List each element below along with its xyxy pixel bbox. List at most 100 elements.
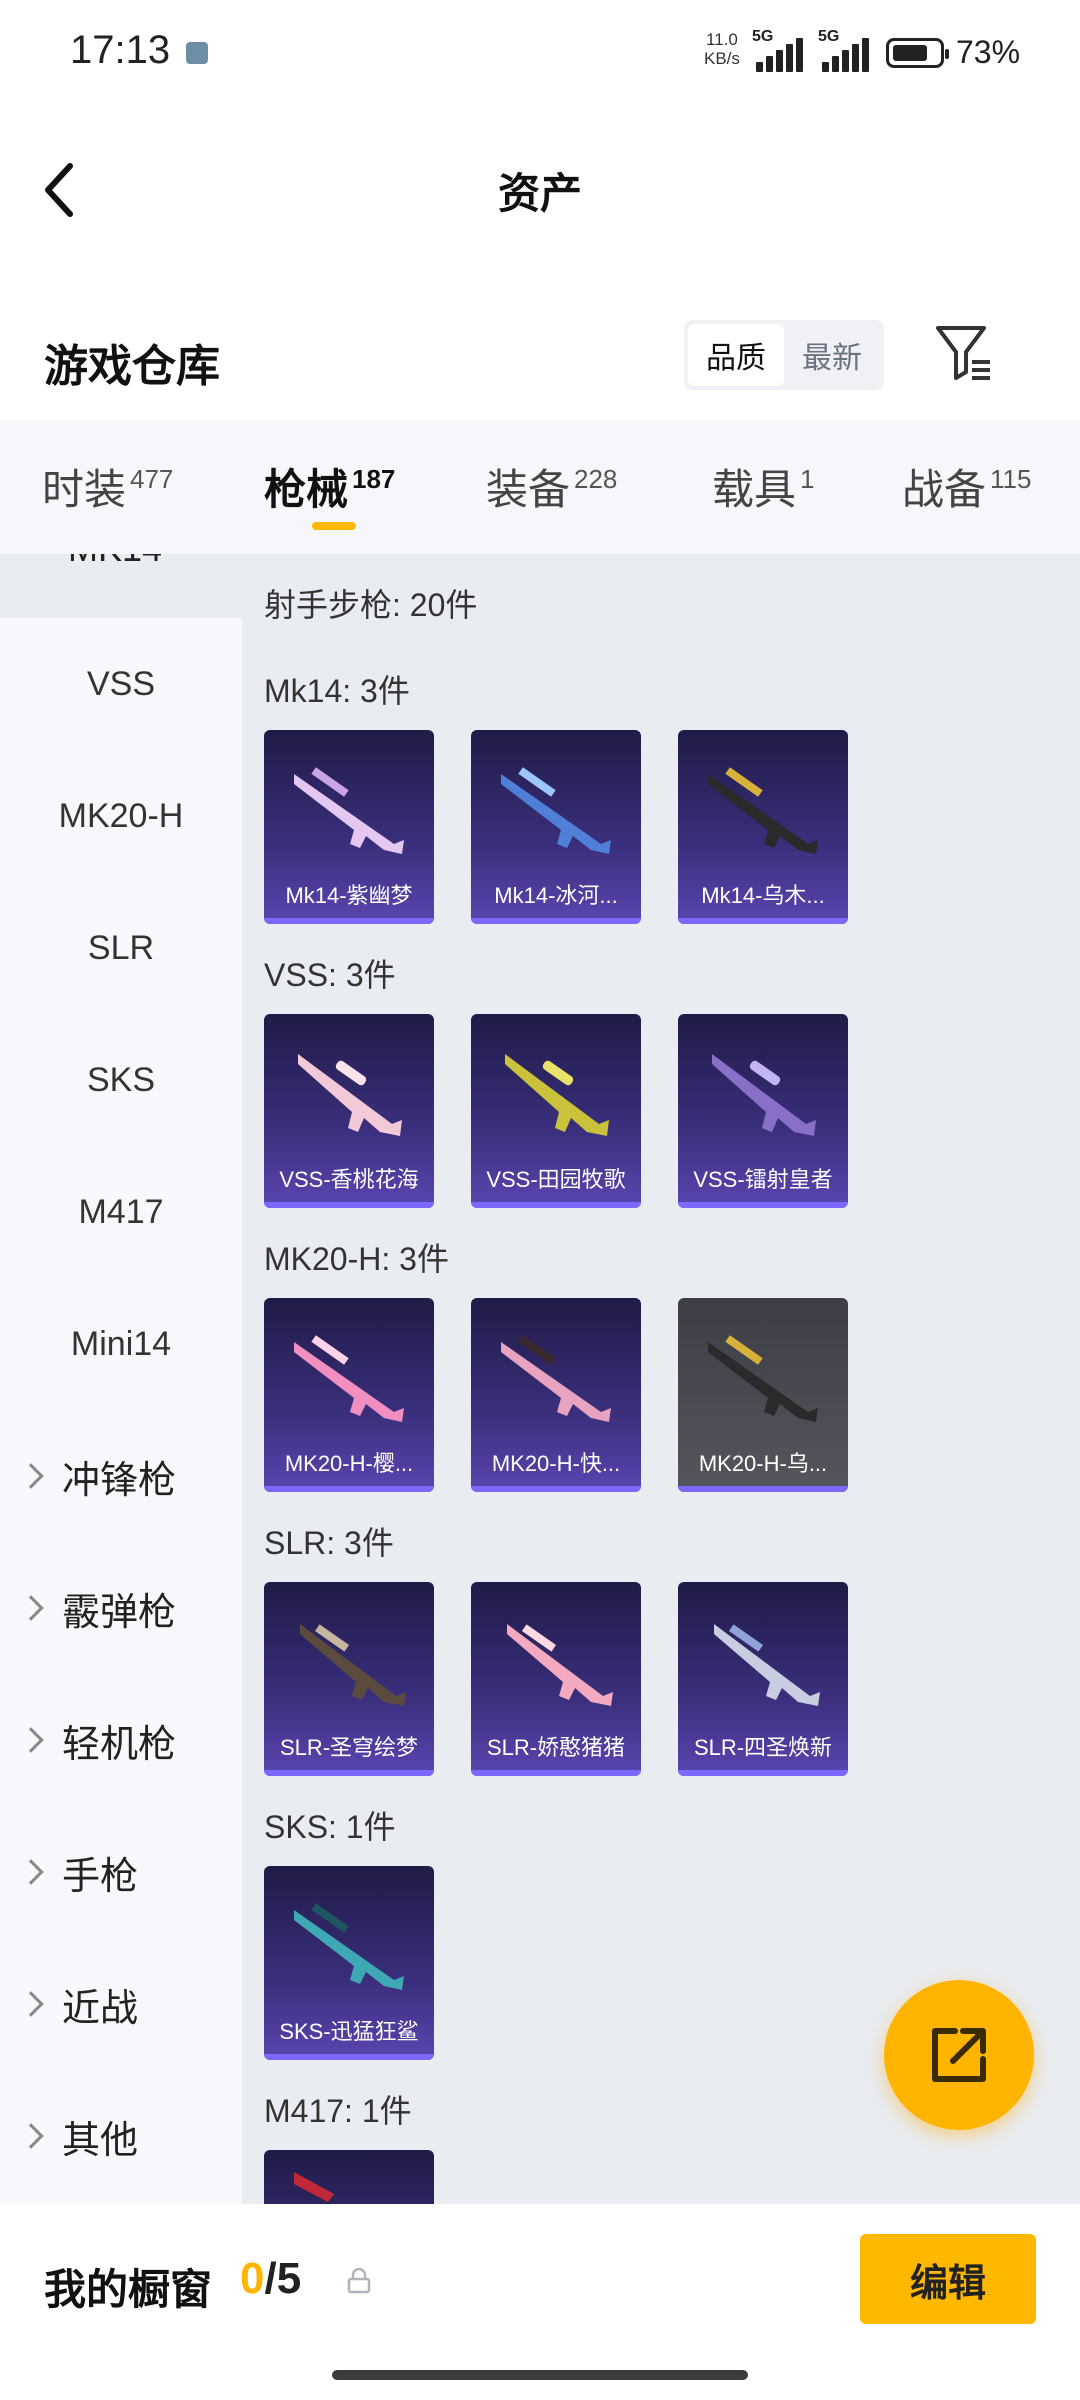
rifle-icon (300, 1624, 406, 1706)
sidebar-group-pistol[interactable]: 手枪 (18, 1806, 138, 1938)
chevron-right-icon (18, 1859, 44, 1885)
weapon-name: SKS-迅猛狂鲨 (279, 2019, 419, 2044)
sidebar-item-mini14[interactable]: Mini14 (0, 1278, 242, 1410)
sort-quality-button[interactable]: 品质 (688, 324, 784, 386)
weapon-card[interactable]: VSS-香桃花海 (264, 1014, 434, 1208)
category-tabs: 时装 477 枪械 187 装备 228 载具 1 战备 115 (0, 420, 1080, 554)
tab-label: 时装 (42, 466, 127, 513)
section-title-mk14: Mk14: 3件 (264, 673, 410, 709)
rifle-icon (294, 1903, 404, 1990)
sidebar-item-mk20h[interactable]: MK20-H (0, 750, 242, 882)
weapon-name: VSS-香桃花海 (279, 1167, 419, 1192)
page-title: 资产 (497, 170, 582, 217)
chevron-right-icon (18, 1991, 44, 2017)
sidebar-item-vss[interactable]: VSS (0, 618, 242, 750)
tab-fashion[interactable]: 时装 477 (42, 456, 173, 517)
category-total: 射手步枪: 20件 (264, 587, 478, 623)
tab-count: 477 (130, 464, 174, 494)
weapon-card[interactable]: SLR-娇憨猪猪 (471, 1582, 641, 1776)
lock-icon (347, 2268, 371, 2294)
sidebar-group-other[interactable]: 其他 (18, 2070, 139, 2202)
weapon-card[interactable] (264, 2150, 434, 2204)
battery-percent: 73% (956, 34, 1021, 70)
weapon-card[interactable]: Mk14-乌木... (678, 730, 848, 924)
weapon-card[interactable]: SLR-四圣焕新 (678, 1582, 848, 1776)
weapon-name: SLR-圣穹绘梦 (279, 1735, 419, 1760)
filter-icon (936, 326, 990, 380)
weapon-name: VSS-田园牧歌 (486, 1167, 626, 1192)
rifle-icon (714, 1624, 820, 1706)
sidebar-group-smg[interactable]: 冲锋枪 (18, 1410, 177, 1542)
weapon-card[interactable]: MK20-H-乌... (678, 1298, 848, 1492)
weapon-sidebar: MK14 VSS MK20-H SLR SKS M417 Mini14 冲锋枪 … (0, 554, 242, 2204)
weapon-card[interactable]: SLR-圣穹绘梦 (264, 1582, 434, 1776)
rifle-icon (505, 1054, 609, 1136)
tab-count: 115 (990, 464, 1032, 494)
section-title-vss: VSS: 3件 (264, 957, 396, 993)
sidebar-group-label: 霰弹枪 (62, 1591, 177, 1634)
tab-supplies[interactable]: 战备 115 (902, 456, 1031, 517)
tab-count: 1 (800, 464, 815, 494)
tab-equipment[interactable]: 装备 228 (486, 456, 617, 517)
weapon-card[interactable]: SKS-迅猛狂鲨 (264, 1866, 434, 2060)
rifle-icon (298, 1054, 402, 1136)
battery-icon (886, 38, 949, 68)
weapon-name: SLR-四圣焕新 (693, 1735, 833, 1760)
weapon-card[interactable]: MK20-H-快... (471, 1298, 641, 1492)
share-icon (932, 2028, 986, 2082)
rifle-icon (294, 1335, 404, 1422)
rifle-icon (294, 2172, 334, 2202)
edit-button[interactable]: 编辑 (860, 2234, 1036, 2324)
rifle-icon (501, 1335, 611, 1422)
weapon-name: MK20-H-乌... (698, 1451, 828, 1476)
sidebar-item-m417[interactable]: M417 (0, 1146, 242, 1278)
sidebar-group-label: 轻机枪 (62, 1723, 177, 1766)
weapon-card[interactable]: MK20-H-樱... (264, 1298, 434, 1492)
weapon-card[interactable]: VSS-镭射皇者 (678, 1014, 848, 1208)
share-button[interactable] (884, 1980, 1034, 2130)
showcase-separator: / (264, 2254, 277, 2303)
sidebar-group-label: 其他 (62, 2119, 139, 2162)
sidebar-group-label: 近战 (62, 1987, 139, 2030)
tab-vehicles[interactable]: 载具 1 (712, 456, 814, 517)
sidebar-group-melee[interactable]: 近战 (18, 1938, 139, 2070)
tab-label: 枪械 (264, 466, 349, 513)
rifle-icon (712, 1054, 816, 1136)
sidebar-group-lmg[interactable]: 轻机枪 (18, 1674, 177, 1806)
sidebar-item-mk14[interactable]: MK14 (0, 554, 242, 618)
signal-icon: 5G (752, 28, 808, 72)
sidebar-item-slr[interactable]: SLR (0, 882, 242, 1014)
home-indicator[interactable] (332, 2370, 748, 2380)
filter-button[interactable] (934, 322, 994, 386)
sidebar-item-sks[interactable]: SKS (0, 1014, 242, 1146)
showcase-count: 0/5 (240, 2254, 301, 2304)
app-notification-icon (186, 42, 208, 64)
section-title-mk20h: MK20-H: 3件 (264, 1241, 449, 1277)
section-title-m417: M417: 1件 (264, 2093, 412, 2129)
section-title: 游戏仓库 (44, 342, 220, 391)
warehouse-header: 游戏仓库 品质 最新 (0, 300, 1080, 420)
sort-toggle: 品质 最新 (684, 320, 884, 390)
weapon-card[interactable]: VSS-田园牧歌 (471, 1014, 641, 1208)
net-speed: 11.0 KB/s (704, 30, 740, 68)
sidebar-item-label: MK14 (68, 554, 162, 570)
chevron-right-icon (18, 1463, 44, 1489)
weapon-card[interactable]: Mk14-紫幽梦 (264, 730, 434, 924)
rifle-icon (294, 767, 404, 854)
sidebar-group-shotgun[interactable]: 霰弹枪 (18, 1542, 177, 1674)
sort-newest-button[interactable]: 最新 (784, 324, 880, 386)
rifle-icon (501, 767, 611, 854)
signal-icon: 5G (818, 28, 874, 72)
rifle-icon (708, 1335, 818, 1422)
net-speed-unit: KB/s (704, 49, 740, 68)
tab-label: 载具 (712, 466, 797, 513)
weapon-name: SLR-娇憨猪猪 (486, 1735, 626, 1760)
app-header: 资产 (0, 100, 1080, 280)
rifle-icon (507, 1624, 613, 1706)
showcase-current: 0 (240, 2254, 265, 2303)
rifle-icon (708, 767, 818, 854)
weapon-name: Mk14-乌木... (701, 883, 825, 908)
weapon-card[interactable]: Mk14-冰河... (471, 730, 641, 924)
tab-firearms[interactable]: 枪械 187 (264, 456, 395, 517)
sidebar-group-label: 冲锋枪 (62, 1459, 177, 1502)
